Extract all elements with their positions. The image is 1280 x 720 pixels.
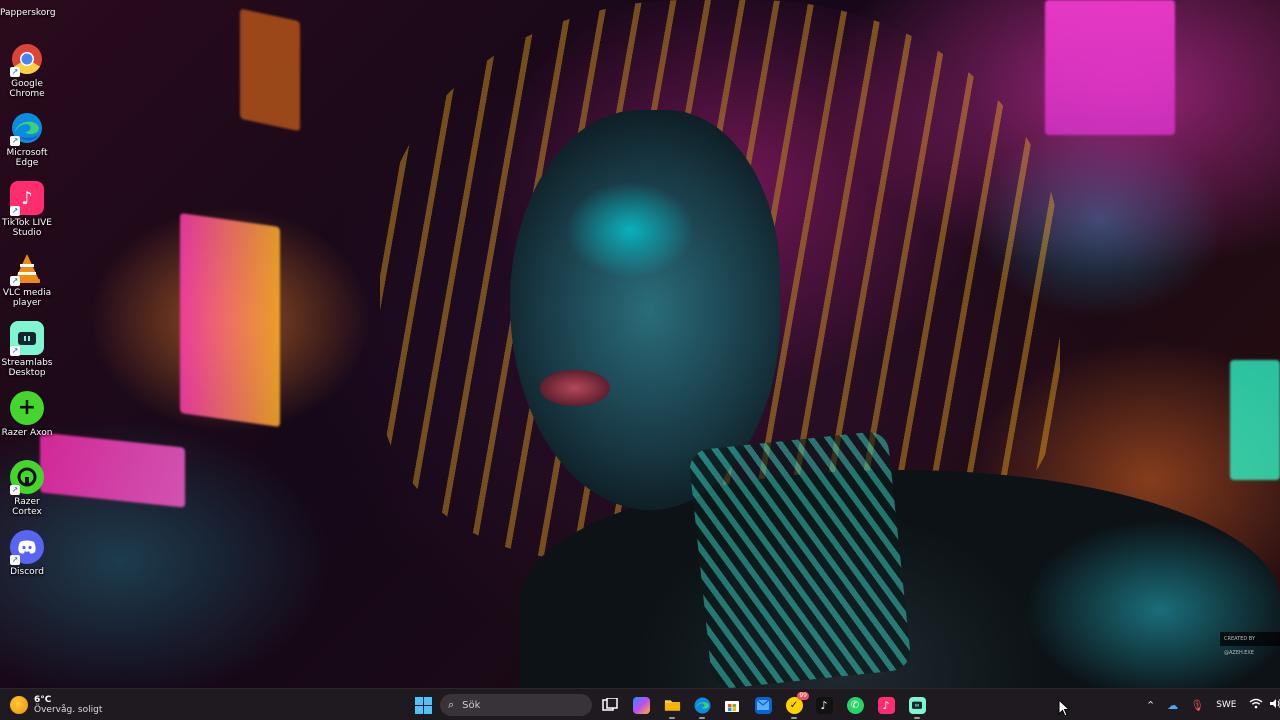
desktop-icon-label: Google Chrome — [9, 79, 45, 99]
sun-icon — [10, 696, 28, 714]
edge-icon — [694, 697, 711, 714]
desktop-icon-razer-axon[interactable]: + Razer Axon — [0, 391, 54, 438]
microphone-icon[interactable]: 🎙 — [1190, 699, 1204, 712]
onedrive-icon[interactable]: ☁ — [1167, 699, 1178, 712]
system-tray: ⌃ ☁ 🎙 SWE — [1140, 689, 1280, 720]
taskbar-copilot[interactable] — [629, 694, 653, 716]
copilot-icon — [632, 696, 650, 714]
search-icon: ⌕ — [448, 698, 455, 711]
store-icon — [724, 697, 741, 714]
desktop-icon-label: VLC media player — [2, 288, 52, 308]
start-button[interactable] — [412, 694, 434, 716]
tiktok-icon: ♪ — [815, 696, 833, 714]
neon-sign — [180, 212, 280, 428]
desktop-icon-chrome[interactable]: ↗ Google Chrome — [0, 42, 54, 99]
streamlabs-icon — [908, 696, 926, 714]
desktop-icon-label: Streamlabs Desktop — [1, 358, 53, 378]
desktop-icon-vlc[interactable]: ↗ VLC media player — [0, 251, 54, 308]
desktop-icon-tiktok-live-studio[interactable]: ♪ ↗ TikTok LIVE Studio — [0, 181, 54, 238]
taskbar-norton[interactable]: ✓ 99 — [782, 692, 809, 719]
notification-badge: 99 — [797, 692, 809, 700]
whatsapp-icon: ✆ — [846, 696, 864, 714]
weather-widget[interactable]: 6°C Övervåg. soligt — [10, 693, 102, 717]
taskbar-microsoft-store[interactable] — [720, 694, 744, 716]
task-view-icon — [602, 697, 619, 714]
desktop-icon-razer-cortex[interactable]: ↗ Razer Cortex — [0, 460, 54, 517]
taskbar-outlook[interactable] — [751, 694, 775, 716]
desktop-icon-label: Discord — [10, 567, 44, 577]
desktop-icon-label: Microsoft Edge — [6, 148, 48, 168]
discord-icon: ↗ — [10, 530, 44, 565]
outlook-icon — [754, 696, 772, 714]
neon-sign — [1230, 360, 1280, 480]
desktop-icon-streamlabs[interactable]: ↗ Streamlabs Desktop — [0, 321, 54, 378]
taskbar-tiktok[interactable]: ♪ — [812, 694, 836, 716]
desktop-wallpaper: CREATED BY @AZEH.EXE — [0, 0, 1280, 688]
tiktok-live-studio-icon: ♪ — [877, 696, 895, 714]
taskbar-tiktok-live-studio[interactable]: ♪ — [874, 694, 898, 716]
desktop-icon-label: Razer Cortex — [12, 497, 42, 517]
taskbar-file-explorer[interactable] — [660, 694, 684, 719]
vlc-icon: ↗ — [10, 251, 44, 286]
mouse-cursor-icon — [1058, 699, 1070, 717]
razer-axon-icon: + — [10, 391, 44, 425]
desktop-icon-label: TikTok LIVE Studio — [2, 218, 52, 238]
desktop-icon-label: Papperskorg — [0, 8, 56, 18]
search-placeholder: Sök — [462, 699, 481, 711]
neon-sign — [40, 432, 185, 508]
chrome-icon: ↗ — [10, 42, 44, 77]
folder-icon — [664, 697, 681, 714]
taskbar-edge[interactable] — [690, 694, 714, 719]
windows-logo-icon — [414, 696, 432, 714]
weather-condition: Övervåg. soligt — [34, 704, 103, 715]
taskbar-streamlabs[interactable] — [905, 694, 929, 719]
edge-icon: ↗ — [10, 111, 44, 146]
wallpaper-watermark: CREATED BY @AZEH.EXE — [1220, 632, 1280, 656]
weather-temperature: 6°C — [34, 694, 52, 705]
wifi-icon[interactable] — [1249, 698, 1263, 712]
desktop-icon-discord[interactable]: ↗ Discord — [0, 530, 54, 577]
taskbar-whatsapp[interactable]: ✆ — [843, 694, 867, 716]
razer-cortex-icon: ↗ — [10, 460, 44, 495]
streamlabs-icon: ↗ — [10, 321, 44, 356]
taskbar-task-view[interactable] — [598, 694, 622, 716]
language-indicator[interactable]: SWE — [1216, 700, 1236, 710]
tiktok-live-studio-icon: ♪ ↗ — [10, 181, 44, 216]
neon-sign — [1045, 0, 1175, 135]
chevron-up-icon[interactable]: ⌃ — [1146, 699, 1155, 712]
desktop-icon-edge[interactable]: ↗ Microsoft Edge — [0, 111, 54, 168]
neon-sign — [240, 8, 300, 132]
volume-icon[interactable] — [1269, 698, 1280, 712]
desktop-icon-recycle-bin[interactable]: Papperskorg — [0, 0, 56, 20]
taskbar: 6°C Övervåg. soligt ⌕ Sök ✓ 99 ♪ ✆ ♪ ⌃ ☁… — [0, 688, 1280, 720]
figure-cables — [688, 430, 912, 688]
taskbar-search[interactable]: ⌕ Sök — [440, 694, 592, 716]
figure-lips — [540, 370, 610, 406]
desktop-icon-label: Razer Axon — [1, 428, 53, 438]
